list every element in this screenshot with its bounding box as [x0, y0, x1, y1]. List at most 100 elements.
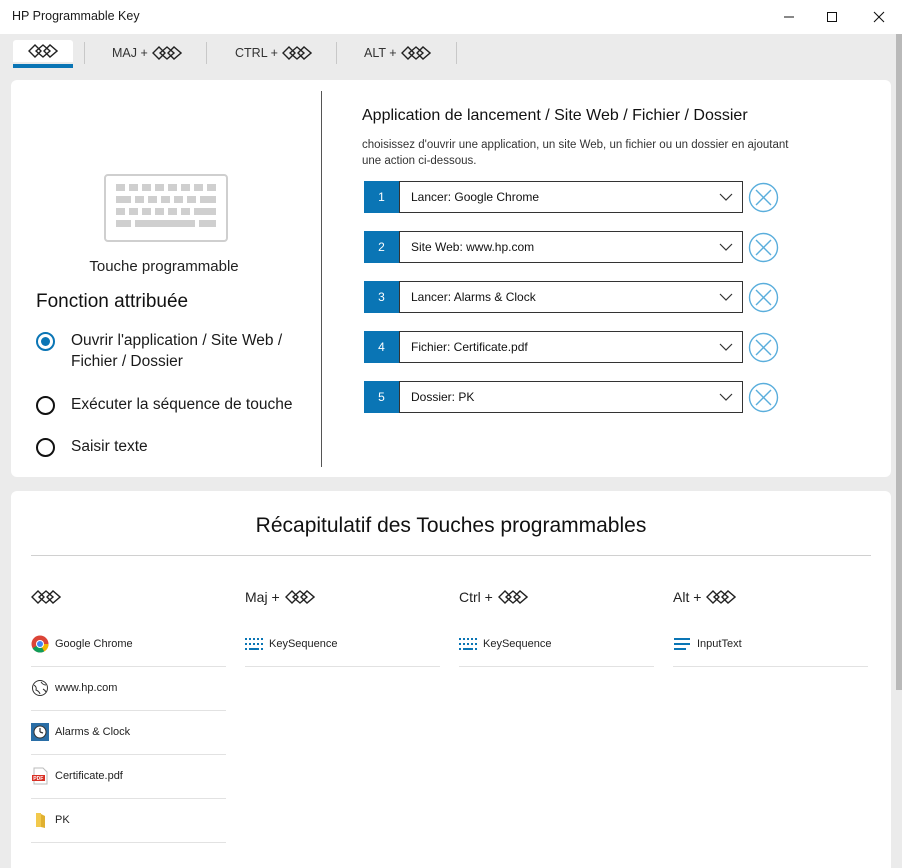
- summary-item: Google Chrome: [31, 623, 226, 667]
- programmable-key-icon: [400, 46, 431, 60]
- tab-alt[interactable]: ALT +: [364, 42, 431, 64]
- chrome-icon: [31, 635, 49, 653]
- key-config-panel: Touche programmable Fonction attribuée O…: [11, 80, 891, 477]
- chevron-down-icon: [719, 343, 733, 351]
- option-label: Saisir texte: [71, 438, 148, 455]
- summary-column: Google Chrome www.hp.com Alarms & Clock PDF…: [31, 587, 226, 843]
- summary-item-list: KeySequence: [459, 623, 654, 667]
- clock-icon: [31, 722, 49, 741]
- remove-action-button[interactable]: [748, 332, 779, 363]
- summary-column-prefix: Alt +: [673, 589, 702, 605]
- tab-key[interactable]: [13, 40, 73, 62]
- option-label: Ouvrir l'application / Site Web / Fichie…: [71, 330, 282, 372]
- summary-column-header: Alt +: [673, 587, 868, 607]
- option-label-line: Ouvrir l'application / Site Web /: [71, 332, 283, 349]
- option-open-app[interactable]: Ouvrir l'application / Site Web / Fichie…: [36, 332, 282, 372]
- programmable-key-icon: [151, 46, 182, 60]
- summary-item: www.hp.com: [31, 667, 226, 711]
- remove-action-button[interactable]: [748, 232, 779, 263]
- option-label: Exécuter la séquence de touche: [71, 396, 293, 413]
- action-row: 3 Lancer: Alarms & Clock: [364, 281, 780, 313]
- tab-separator: [84, 42, 85, 64]
- action-dropdown[interactable]: Dossier: PK: [399, 381, 743, 413]
- summary-column-header: [31, 587, 226, 607]
- summary-column: Ctrl + KeySequence: [459, 587, 654, 667]
- tab-maj[interactable]: MAJ +: [112, 42, 182, 64]
- chevron-down-icon: [719, 293, 733, 301]
- globe-icon: [31, 679, 49, 697]
- tab-ctrl[interactable]: CTRL +: [235, 42, 312, 64]
- svg-text:PDF: PDF: [33, 775, 43, 781]
- tab-separator: [206, 42, 207, 64]
- radio-unchecked[interactable]: [36, 396, 55, 415]
- tab-alt-label: ALT +: [364, 46, 397, 60]
- summary-item-label: KeySequence: [269, 637, 338, 650]
- summary-item: InputText: [673, 623, 868, 667]
- action-number: 5: [364, 381, 399, 413]
- summary-item: PDF Certificate.pdf: [31, 755, 226, 799]
- maximize-button[interactable]: [809, 0, 855, 34]
- action-value: Lancer: Google Chrome: [411, 190, 540, 204]
- summary-item-label: InputText: [697, 637, 742, 650]
- active-tab-indicator: [13, 64, 73, 68]
- radio-unchecked[interactable]: [36, 438, 55, 457]
- programmable-key-icon: [28, 44, 58, 58]
- launch-section-description: choisissez d'ouvrir une application, un …: [362, 137, 792, 169]
- tab-maj-label: MAJ +: [112, 46, 148, 60]
- title-bar: HP Programmable Key: [0, 0, 902, 34]
- description-line: une action ci-dessous.: [362, 155, 477, 167]
- summary-item-label: PK: [55, 813, 70, 826]
- remove-action-button[interactable]: [748, 182, 779, 213]
- summary-column-prefix: Ctrl +: [459, 589, 493, 605]
- folder-icon: [31, 811, 49, 829]
- action-dropdown[interactable]: Fichier: Certificate.pdf: [399, 331, 743, 363]
- action-dropdown[interactable]: Lancer: Alarms & Clock: [399, 281, 743, 313]
- summary-panel: Récapitulatif des Touches programmables …: [11, 491, 891, 868]
- programmable-key-icon: [706, 590, 737, 604]
- radio-checked[interactable]: [36, 332, 55, 351]
- window-title: HP Programmable Key: [12, 9, 140, 23]
- maximize-icon: [827, 12, 837, 22]
- summary-item-label: Certificate.pdf: [55, 769, 123, 782]
- minimize-icon: [784, 16, 794, 18]
- summary-item-label: www.hp.com: [55, 681, 118, 694]
- action-dropdown[interactable]: Site Web: www.hp.com: [399, 231, 743, 263]
- summary-item-list: KeySequence: [245, 623, 440, 667]
- chevron-down-icon: [719, 243, 733, 251]
- summary-column: Alt + InputText: [673, 587, 868, 667]
- tab-ctrl-label: CTRL +: [235, 46, 278, 60]
- action-value: Fichier: Certificate.pdf: [411, 340, 528, 354]
- launch-section-title: Application de lancement / Site Web / Fi…: [362, 107, 748, 124]
- description-line: choisissez d'ouvrir une application, un …: [362, 139, 789, 151]
- action-value: Site Web: www.hp.com: [411, 240, 535, 254]
- summary-item-label: KeySequence: [483, 637, 552, 650]
- action-row: 1 Lancer: Google Chrome: [364, 181, 780, 213]
- option-key-sequence[interactable]: Exécuter la séquence de touche: [36, 396, 292, 415]
- summary-item: KeySequence: [459, 623, 654, 667]
- panel-divider: [321, 91, 322, 467]
- action-row: 2 Site Web: www.hp.com: [364, 231, 780, 263]
- remove-action-button[interactable]: [748, 282, 779, 313]
- summary-item: KeySequence: [245, 623, 440, 667]
- action-number: 4: [364, 331, 399, 363]
- remove-action-button[interactable]: [748, 382, 779, 413]
- summary-column-header: Maj +: [245, 587, 440, 607]
- minimize-button[interactable]: [766, 0, 812, 34]
- summary-column-prefix: Maj +: [245, 589, 280, 605]
- scrollbar[interactable]: [896, 34, 902, 690]
- summary-item-label: Google Chrome: [55, 637, 133, 650]
- summary-item: Alarms & Clock: [31, 711, 226, 755]
- tab-separator: [336, 42, 337, 64]
- action-dropdown[interactable]: Lancer: Google Chrome: [399, 181, 743, 213]
- action-number: 3: [364, 281, 399, 313]
- programmable-key-icon: [31, 590, 61, 604]
- pdf-icon: PDF: [31, 767, 49, 785]
- summary-item-list: Google Chrome www.hp.com Alarms & Clock PDF…: [31, 623, 226, 843]
- assigned-function-heading: Fonction attribuée: [36, 291, 189, 312]
- summary-item: PK: [31, 799, 226, 843]
- option-input-text[interactable]: Saisir texte: [36, 438, 148, 457]
- keyboard-sequence-icon: [245, 635, 263, 653]
- option-label-line: Fichier / Dossier: [71, 353, 183, 370]
- close-button[interactable]: [856, 0, 902, 34]
- chevron-down-icon: [719, 193, 733, 201]
